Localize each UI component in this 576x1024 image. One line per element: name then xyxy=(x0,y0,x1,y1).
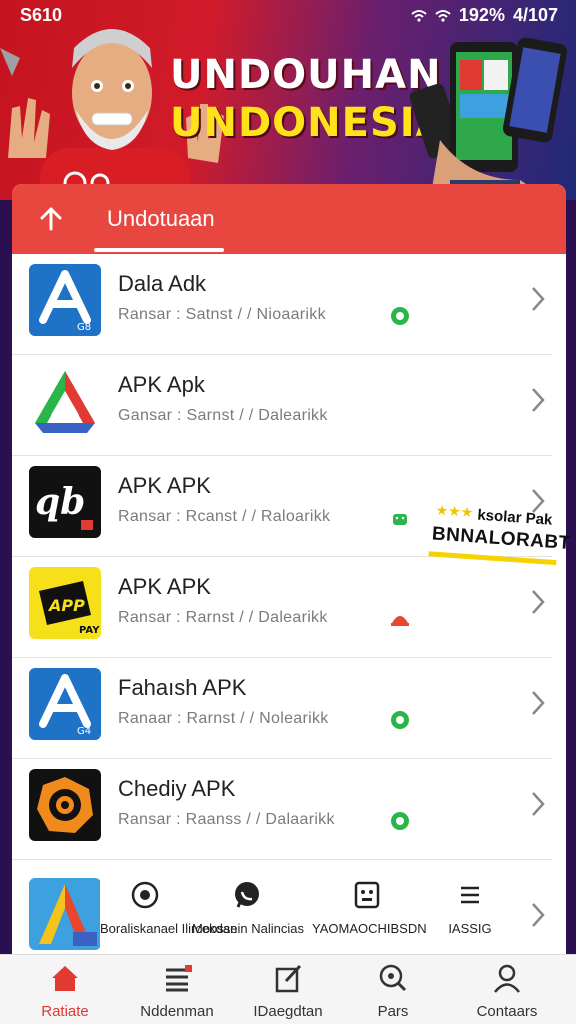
app-subtitle: Gansar : Sarnst / / Dalearikk xyxy=(118,407,328,424)
google-drive-icon xyxy=(29,365,101,437)
user-icon xyxy=(494,964,520,993)
phones-illustration xyxy=(410,37,568,200)
list-item[interactable]: APP PAY APK APK Ransar : Rarnst / / Dale… xyxy=(12,557,552,658)
list-item[interactable]: G4 Fahaısh APK Ranaar : Rarnst / / Nolea… xyxy=(12,658,552,759)
home-icon xyxy=(52,966,78,991)
colorful-a-icon xyxy=(29,878,101,950)
list-item[interactable]: APK Apk Gansar : Sarnst / / Dalearikk xyxy=(12,355,552,456)
app-title: Dala Adk xyxy=(118,271,207,296)
search-icon xyxy=(379,964,407,992)
bottom-nav: Ratiate Nddenman IDaegdtan Pars Contaars xyxy=(0,954,576,1024)
nav-contacts[interactable]: Contaars xyxy=(452,963,562,1020)
chevron-right-icon[interactable] xyxy=(528,688,548,718)
app-list: G8 Dala Adk Ransar : Satnst / / Nioaarik… xyxy=(12,254,566,950)
nav-label: IDaegdtan xyxy=(253,1003,323,1020)
edit-icon xyxy=(275,964,302,993)
app-title: APK APK xyxy=(118,574,211,599)
share-face-label: YAOMAOCHIBSDN xyxy=(312,921,427,936)
share-whatsapp[interactable]: Moossein Nalincias xyxy=(192,880,304,936)
nav-search[interactable]: Pars xyxy=(338,963,448,1020)
app-subtitle: Ransar : Rarnst / / Dalearikk xyxy=(118,609,328,626)
chevron-right-icon[interactable] xyxy=(528,900,548,930)
chevron-right-icon[interactable] xyxy=(528,587,548,617)
promo-underline xyxy=(428,551,557,566)
tab-indicator xyxy=(94,248,224,252)
banner-title: UNDOUHAN xyxy=(170,52,442,98)
android-icon xyxy=(393,514,407,525)
app-store-icon: G4 xyxy=(29,668,101,740)
list-item[interactable]: G8 Dala Adk Ransar : Satnst / / Nioaarik… xyxy=(12,254,552,355)
list-icon xyxy=(166,965,192,992)
share-more[interactable]: IASSIG xyxy=(430,880,510,936)
nav-home[interactable]: Ratiate xyxy=(10,963,120,1020)
app-subtitle: Ransar : Rcanst / / Raloarikk xyxy=(118,508,331,525)
svg-text:PAY: PAY xyxy=(79,625,100,636)
signal-icon xyxy=(435,9,451,22)
camera-gear-icon xyxy=(29,769,101,841)
chevron-right-icon[interactable] xyxy=(528,284,548,314)
yellow-apk-icon: APP PAY xyxy=(29,567,101,639)
hero-banner: S610 192% 4/107 UNDOUHAN UNDONESIA xyxy=(0,0,576,200)
nav-label: Ratiate xyxy=(41,1003,89,1020)
app-title: Fahaısh APK xyxy=(118,675,247,700)
svg-text:qb: qb xyxy=(35,481,85,523)
share-more-label: IASSIG xyxy=(448,921,492,936)
list-item[interactable]: Chediy APK Ransar : Raanss / / Dalaarikk xyxy=(12,759,552,860)
badge-icon xyxy=(391,307,409,325)
battery-text: 192% xyxy=(458,5,505,25)
nav-edit[interactable]: IDaegdtan xyxy=(233,963,343,1020)
share-face[interactable]: YAOMAOCHIBSDN xyxy=(312,880,427,936)
qb-icon: qb xyxy=(29,466,101,538)
app-subtitle: Ransar : Satnst / / Nioaarikk xyxy=(118,306,326,323)
share-toolbar: Boraliskanael Ilircekdan Moossein Nalinc… xyxy=(100,880,510,950)
nav-list[interactable]: Nddenman xyxy=(122,963,232,1020)
svg-text:G8: G8 xyxy=(77,322,91,333)
status-right-text: 4/107 xyxy=(512,5,558,25)
card-header: Undotuaan xyxy=(12,184,566,254)
face-box-icon xyxy=(354,881,380,909)
promo-sticker[interactable]: ★★★ ksolar Pak BNNALORABT xyxy=(426,495,571,577)
badge-icon xyxy=(391,711,409,729)
badge-icon xyxy=(391,616,409,626)
nav-label: Pars xyxy=(377,1003,409,1020)
header-title[interactable]: Undotuaan xyxy=(107,206,215,232)
nav-label: Nddenman xyxy=(140,1003,214,1020)
svg-text:G4: G4 xyxy=(77,726,91,737)
share-camera-label: Boraliskanael Ilircekdan xyxy=(100,921,238,936)
app-subtitle: Ransar : Raanss / / Dalaarikk xyxy=(118,811,335,828)
promo-top-text: ksolar Pak xyxy=(476,506,553,529)
badge-icon xyxy=(391,812,409,830)
chevron-right-icon[interactable] xyxy=(528,789,548,819)
app-title: APK Apk xyxy=(118,372,205,397)
camera-icon xyxy=(131,881,159,909)
arrow-up-icon[interactable] xyxy=(34,202,68,236)
share-whatsapp-label: Moossein Nalincias xyxy=(192,921,304,936)
app-title: APK APK xyxy=(118,473,211,498)
chevron-right-icon[interactable] xyxy=(528,385,548,415)
banner-subtitle: UNDONESIA xyxy=(170,100,448,146)
whatsapp-icon xyxy=(235,882,259,908)
app-title: Chediy APK xyxy=(118,776,236,801)
share-camera[interactable]: Boraliskanael Ilircekdan xyxy=(100,880,238,936)
app-subtitle: Ranaar : Rarnst / / Nolearikk xyxy=(118,710,329,727)
promo-stars: ★★★ xyxy=(435,501,474,521)
wifi-icon xyxy=(411,9,427,22)
status-right: 192% 4/107 xyxy=(411,5,558,26)
svg-text:APP: APP xyxy=(47,596,85,615)
menu-icon xyxy=(461,886,479,904)
app-store-icon: G8 xyxy=(29,264,101,336)
nav-label: Contaars xyxy=(476,1003,538,1020)
